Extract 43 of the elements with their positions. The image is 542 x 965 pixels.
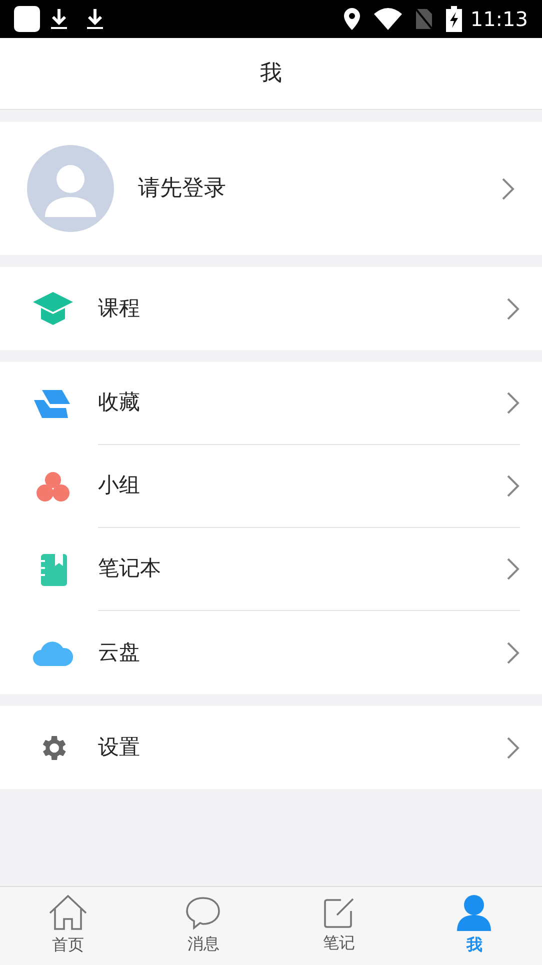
status-time: 11:13 — [470, 6, 528, 33]
layers-icon — [34, 390, 72, 418]
location-icon — [344, 8, 360, 30]
battery-charging-icon — [446, 6, 462, 32]
menu-label: 课程 — [98, 294, 141, 322]
notebook-icon — [39, 554, 67, 586]
menu-label: 设置 — [98, 734, 141, 761]
wifi-icon — [374, 8, 402, 30]
chevron-right-icon — [506, 640, 520, 664]
avatar-icon — [27, 145, 114, 232]
menu-label: 笔记本 — [98, 555, 162, 582]
cloud-icon — [33, 640, 73, 666]
circles-icon — [36, 470, 70, 502]
tab[interactable]: 笔记 — [271, 887, 406, 965]
tab[interactable]: 消息 — [136, 887, 271, 965]
person-icon — [457, 895, 492, 931]
menu-item[interactable]: 云盘 — [0, 611, 542, 694]
menu-item[interactable]: 小组 — [0, 445, 542, 528]
menu-item[interactable]: 设置 — [0, 706, 542, 789]
tab[interactable]: 首页 — [0, 887, 136, 965]
profile-row[interactable]: 请先登录 — [0, 122, 542, 255]
chevron-right-icon — [506, 474, 520, 498]
menu-item[interactable]: 课程 — [0, 267, 542, 350]
menu-item[interactable]: 笔记本 — [0, 528, 542, 611]
home-icon — [48, 895, 87, 931]
edit-icon — [322, 897, 355, 929]
menu-item[interactable]: 收藏 — [0, 362, 542, 445]
login-prompt: 请先登录 — [138, 175, 227, 203]
menu-label: 收藏 — [98, 389, 141, 416]
chevron-right-icon — [506, 736, 520, 760]
graduation-cap-icon — [33, 292, 73, 326]
chevron-right-icon — [506, 296, 520, 320]
no-sim-icon — [414, 7, 434, 31]
app-icon — [14, 6, 40, 32]
download-icon — [86, 7, 104, 31]
chevron-right-icon — [506, 557, 520, 581]
menu-label: 云盘 — [98, 638, 141, 666]
speech-bubble-icon — [185, 896, 222, 930]
chevron-right-icon — [506, 391, 520, 415]
download-icon — [50, 7, 68, 31]
menu-label: 小组 — [98, 472, 141, 500]
chevron-right-icon — [501, 176, 515, 200]
page-title: 我 — [260, 60, 282, 88]
